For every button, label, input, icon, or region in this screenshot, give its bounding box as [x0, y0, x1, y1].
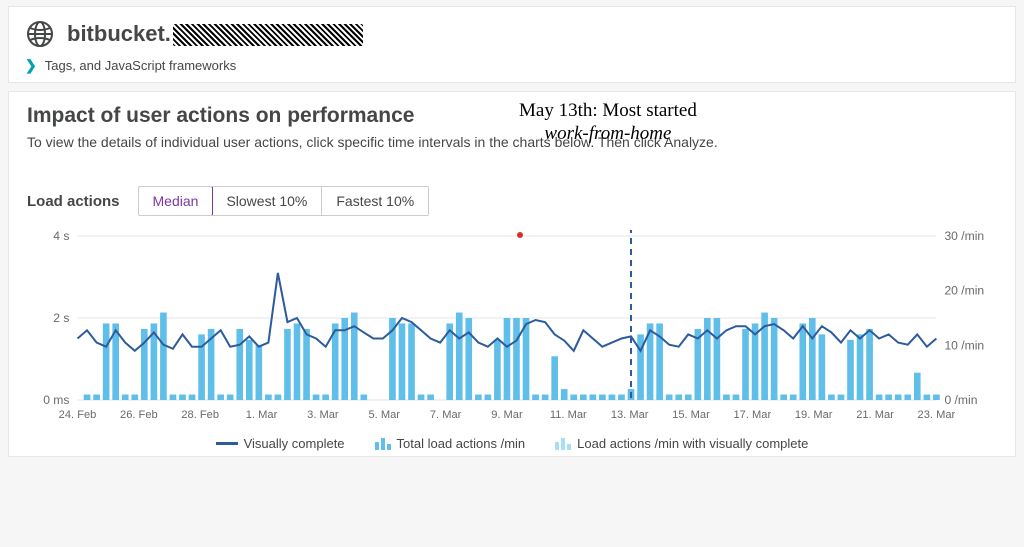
legend-bars-light: Load actions /min with visually complete	[555, 436, 808, 451]
svg-text:17. Mar: 17. Mar	[734, 409, 772, 421]
segmented-control: Median Slowest 10% Fastest 10%	[138, 186, 430, 216]
breadcrumb[interactable]: ❯ Tags, and JavaScript frameworks	[25, 57, 999, 74]
legend-bars-light-icon	[555, 438, 571, 450]
legend-bars-solid: Total load actions /min	[375, 436, 526, 451]
svg-text:13. Mar: 13. Mar	[611, 409, 649, 421]
svg-text:20 /min: 20 /min	[944, 284, 984, 298]
panel-description: To view the details of individual user a…	[27, 134, 997, 150]
redacted-domain	[173, 24, 363, 46]
title-row: bitbucket.	[25, 19, 999, 49]
app-title: bitbucket.	[67, 21, 363, 47]
marker-dot-icon	[517, 232, 523, 238]
svg-text:21. Mar: 21. Mar	[856, 409, 894, 421]
globe-icon	[25, 19, 55, 49]
controls-row: Load actions Median Slowest 10% Fastest …	[27, 186, 997, 216]
legend-bars-solid-icon	[375, 438, 391, 450]
svg-text:0 /min: 0 /min	[944, 393, 977, 407]
svg-text:5. Mar: 5. Mar	[369, 409, 401, 421]
svg-text:26. Feb: 26. Feb	[120, 409, 158, 421]
svg-text:23. Mar: 23. Mar	[918, 409, 956, 421]
tab-fastest[interactable]: Fastest 10%	[322, 187, 428, 215]
page: bitbucket. ❯ Tags, and JavaScript framew…	[0, 6, 1024, 547]
svg-text:3. Mar: 3. Mar	[307, 409, 339, 421]
tab-median[interactable]: Median	[138, 186, 214, 216]
svg-text:1. Mar: 1. Mar	[246, 409, 278, 421]
panel-title: Impact of user actions on performance	[27, 104, 997, 128]
legend-bars-solid-label: Total load actions /min	[397, 436, 526, 451]
chevron-right-icon: ❯	[25, 57, 37, 74]
controls-label: Load actions	[27, 193, 120, 210]
chart-frame[interactable]: 4 s 2 s 0 ms 30 /min 20 /min 10 /min 0 /min 24.…	[27, 230, 997, 450]
svg-text:15. Mar: 15. Mar	[672, 409, 710, 421]
svg-text:2 s: 2 s	[53, 311, 69, 325]
app-header: bitbucket. ❯ Tags, and JavaScript framew…	[8, 6, 1016, 83]
svg-text:30 /min: 30 /min	[944, 230, 984, 243]
svg-text:9. Mar: 9. Mar	[491, 409, 523, 421]
tab-slowest[interactable]: Slowest 10%	[212, 187, 322, 215]
annotation-text: May 13th: Most started work-from-home	[519, 100, 697, 146]
breadcrumb-text: Tags, and JavaScript frameworks	[45, 58, 236, 73]
legend-line-icon	[216, 442, 238, 445]
svg-text:28. Feb: 28. Feb	[181, 409, 219, 421]
chart-legend: Visually complete Total load actions /mi…	[27, 436, 997, 451]
svg-text:19. Mar: 19. Mar	[795, 409, 833, 421]
annotation-line1: May 13th: Most started	[519, 100, 697, 123]
svg-text:10 /min: 10 /min	[944, 338, 984, 352]
svg-text:7. Mar: 7. Mar	[430, 409, 462, 421]
legend-line-label: Visually complete	[244, 436, 345, 451]
svg-text:24. Feb: 24. Feb	[59, 409, 97, 421]
app-name-text: bitbucket.	[67, 21, 171, 46]
annotation-line2: work-from-home	[519, 123, 697, 146]
legend-bars-light-label: Load actions /min with visually complete	[577, 436, 808, 451]
svg-text:4 s: 4 s	[53, 230, 69, 243]
chart-svg[interactable]: 4 s 2 s 0 ms 30 /min 20 /min 10 /min 0 /min 24.…	[27, 230, 997, 430]
performance-panel: Impact of user actions on performance To…	[8, 91, 1016, 457]
legend-line: Visually complete	[216, 436, 345, 451]
svg-text:11. Mar: 11. Mar	[550, 409, 587, 421]
svg-text:0 ms: 0 ms	[43, 393, 69, 407]
